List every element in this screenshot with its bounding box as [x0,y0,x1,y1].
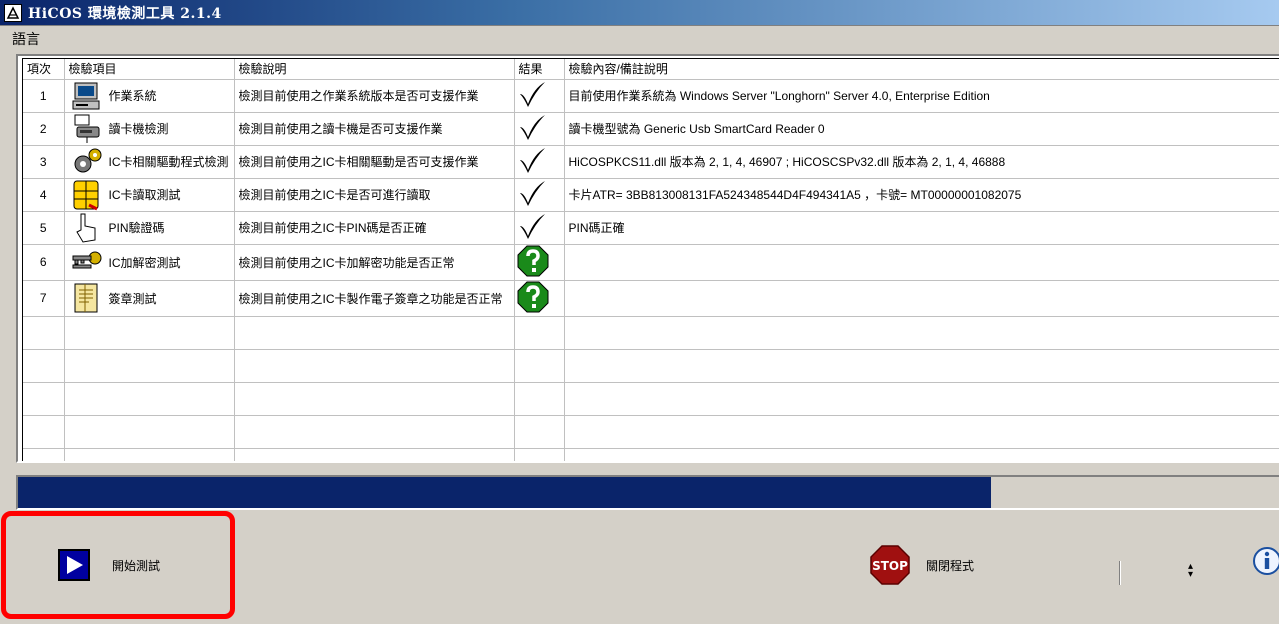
stop-sign-icon: STOP [870,545,910,585]
row-result [514,79,565,113]
close-program-button[interactable]: STOP 關閉程式 [870,545,974,585]
row-result [514,280,565,317]
row-note: 讀卡機型號為 Generic Usb SmartCard Reader 0 [564,112,1279,146]
row-number: 7 [23,280,65,317]
row-description: 檢測目前使用之作業系統版本是否可支援作業 [234,79,515,113]
row-result [514,112,565,146]
gears-icon [69,146,105,178]
column-header-desc[interactable]: 檢驗說明 [234,59,515,80]
row-number: 4 [23,178,65,212]
stop-sign-text: STOP [872,559,908,573]
empty-row [23,382,1279,416]
empty-row [23,349,1279,383]
column-header-result[interactable]: 結果 [514,59,565,80]
table-header-row: 項次 檢驗項目 檢驗說明 結果 檢驗內容/備註說明 [23,59,1279,80]
table-row[interactable]: 1 作業系統 檢測目前使用之作業系統版本是否可支援作業 目前使用作業系統為 Windo… [23,79,1279,113]
empty-row [23,316,1279,350]
empty-row [23,448,1279,461]
computer-icon [69,80,105,112]
table-row[interactable]: 3 IC卡相關驅動程式檢測 檢測目前使用之IC卡相關驅動是否可支援作業 HiCOSPK… [23,145,1279,179]
check-mark-icon [519,82,545,107]
row-item-cell: IC卡讀取測試 [64,178,235,212]
document-icon [69,282,105,314]
row-result [514,145,565,179]
menu-bar: 語言 [0,28,1279,50]
row-item-cell: 簽章測試 [64,280,235,317]
table-row[interactable]: 7 簽章測試 檢測目前使用之IC卡製作電子簽章之功能是否正常 [23,280,1279,317]
row-number: 5 [23,211,65,245]
hand-pointer-icon [69,212,105,244]
row-description: 檢測目前使用之IC卡加解密功能是否正常 [234,244,515,281]
row-note: HiCOSPKCS11.dll 版本為 2, 1, 4, 46907 ; HiC… [564,145,1279,179]
row-number: 6 [23,244,65,281]
row-item-label: IC卡相關驅動程式檢測 [108,155,229,169]
empty-row [23,415,1279,449]
row-item-cell: IC加解密測試 [64,244,235,281]
window-title: HiCOS 環境檢測工具 2.1.4 [28,5,222,22]
question-icon [517,281,548,312]
row-description: 檢測目前使用之IC卡製作電子簽章之功能是否正常 [234,280,515,317]
row-number: 2 [23,112,65,146]
row-item-label: 簽章測試 [108,291,157,306]
check-mark-icon [519,148,545,173]
menu-language[interactable]: 語言 [10,27,42,51]
row-item-label: IC加解密測試 [108,255,181,270]
close-program-label: 關閉程式 [926,558,975,573]
row-description: 檢測目前使用之IC卡PIN碼是否正確 [234,211,515,245]
check-mark-icon [519,214,545,239]
table-row[interactable]: 2 讀卡機檢測 檢測目前使用之讀卡機是否可支援作業 讀卡機型號為 Generic Us… [23,112,1279,146]
card-reader-icon [69,113,105,145]
start-test-button[interactable]: 開始測試 [58,549,160,581]
row-item-label: PIN驗證碼 [108,221,165,235]
check-mark-icon [519,115,545,140]
row-item-label: 讀卡機檢測 [108,122,169,136]
row-note: 卡片ATR= 3BB813008131FA524348544D4F494341A… [564,178,1279,212]
row-number: 1 [23,79,65,113]
row-note [564,244,1279,281]
column-header-note[interactable]: 檢驗內容/備註說明 [564,59,1279,80]
row-note: PIN碼正確 [564,211,1279,245]
column-header-no[interactable]: 項次 [23,59,65,80]
row-item-cell: PIN驗證碼 [64,211,235,245]
separator [1119,561,1121,585]
play-icon [58,549,90,581]
row-result [514,244,565,281]
row-result [514,178,565,212]
row-item-cell: IC卡相關驅動程式檢測 [64,145,235,179]
row-item-cell: 讀卡機檢測 [64,112,235,146]
row-result [514,211,565,245]
row-description: 檢測目前使用之IC卡相關驅動是否可支援作業 [234,145,515,179]
row-number: 3 [23,145,65,179]
row-note: 目前使用作業系統為 Windows Server "Longhorn" Serv… [564,79,1279,113]
table-row[interactable]: 4 IC卡讀取測試 檢測目前使用之IC卡是否可進行讀取 卡片ATR= 3BB81300… [23,178,1279,212]
row-item-label: 作業系統 [108,89,157,103]
progress-bar [16,475,1279,510]
table-row[interactable]: 5 PIN驗證碼 檢測目前使用之IC卡PIN碼是否正確 PIN碼正確 [23,211,1279,245]
check-results-grid: 項次 檢驗項目 檢驗說明 結果 檢驗內容/備註說明 1 作業系統 檢測目前使用之作業… [16,54,1279,463]
app-icon [4,3,22,22]
keys-icon [69,246,105,278]
results-table: 項次 檢驗項目 檢驗說明 結果 檢驗內容/備註說明 1 作業系統 檢測目前使用之作業… [23,59,1279,461]
check-mark-icon [519,181,545,206]
progress-fill [18,477,992,508]
info-icon[interactable] [1252,546,1279,583]
start-test-label: 開始測試 [112,558,161,573]
title-bar: HiCOS 環境檢測工具 2.1.4 [0,0,1279,26]
question-icon [517,245,548,276]
row-item-label: IC卡讀取測試 [108,188,181,202]
spinner-icon[interactable]: ▴ ▾ [1188,562,1193,580]
column-header-item[interactable]: 檢驗項目 [64,59,235,80]
row-description: 檢測目前使用之IC卡是否可進行讀取 [234,178,515,212]
row-description: 檢測目前使用之讀卡機是否可支援作業 [234,112,515,146]
row-note [564,280,1279,317]
smartcard-chip-icon [69,179,105,211]
table-row[interactable]: 6 IC加解密測試 檢測目前使用之IC卡加解密功能是否正常 [23,244,1279,281]
row-item-cell: 作業系統 [64,79,235,113]
